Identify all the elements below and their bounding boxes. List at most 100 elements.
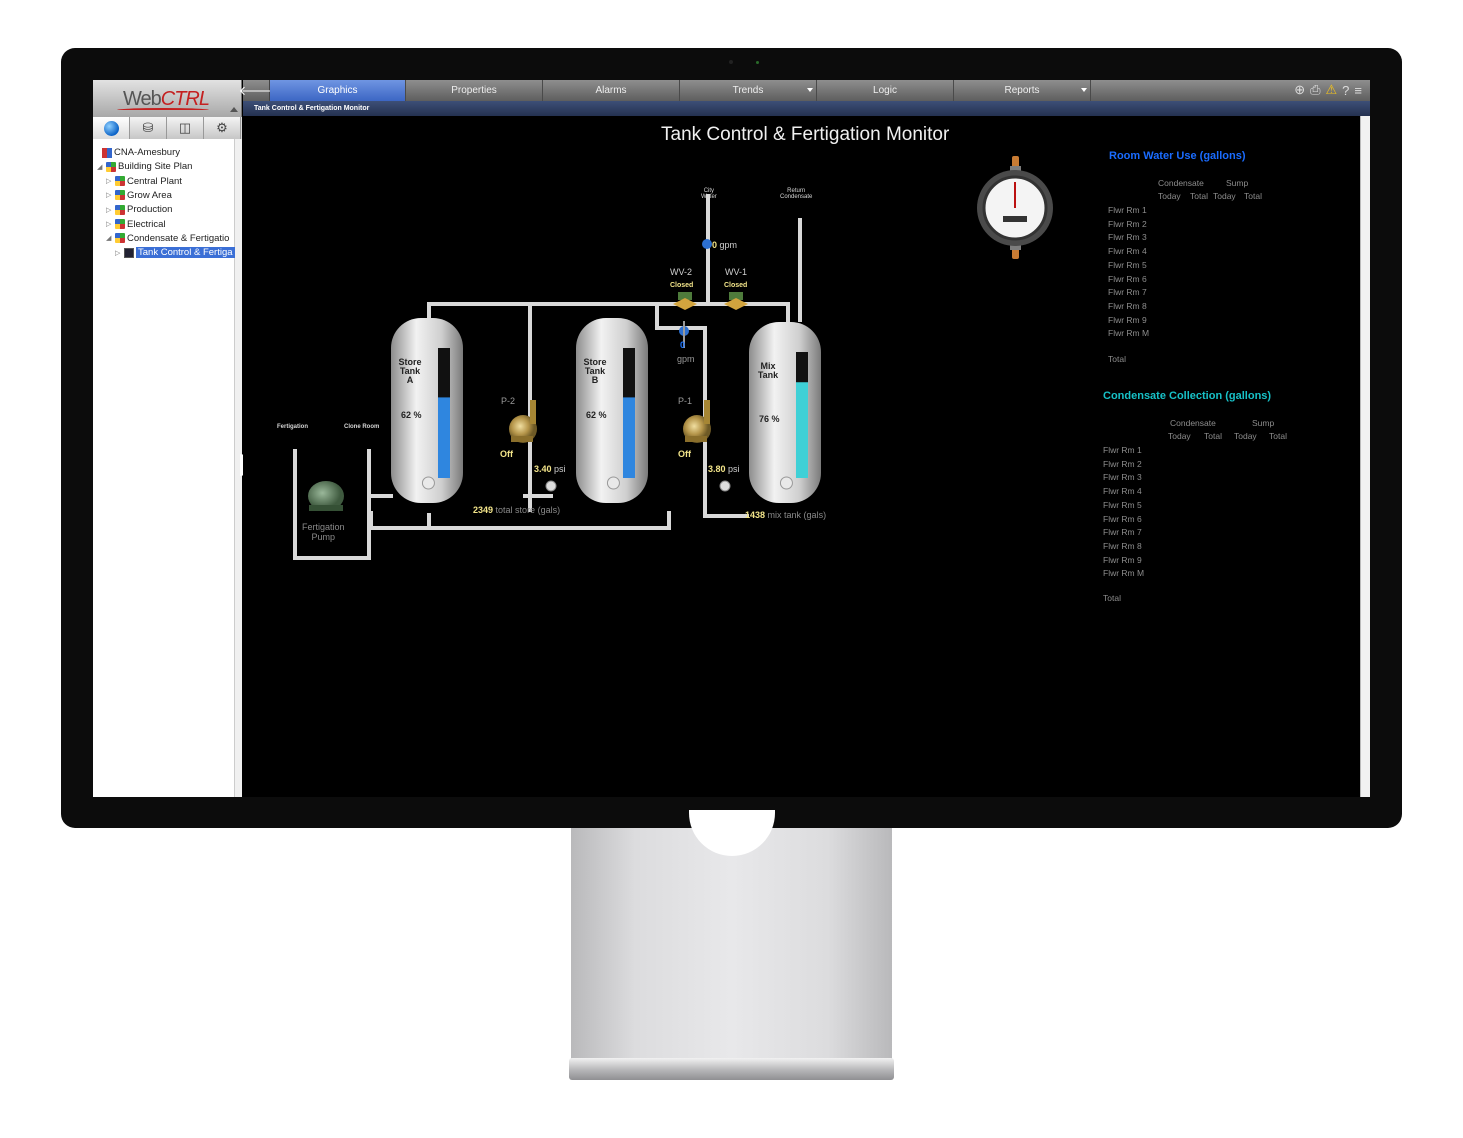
- p1-pressure: 3.80 psi: [708, 464, 740, 474]
- graphic-icon: [124, 247, 134, 258]
- root-icon: [102, 147, 112, 158]
- tree-item[interactable]: ◢ Building Site Plan: [97, 160, 192, 173]
- table-row-label: Flwr Rm M: [1108, 328, 1150, 339]
- table-row-label: Flwr Rm 6: [1108, 273, 1147, 284]
- room-water-group-condensate: Condensate: [1158, 178, 1204, 188]
- tab-reports[interactable]: Reports: [954, 80, 1091, 101]
- tree-item-label: Electrical: [127, 218, 166, 230]
- tank: [749, 322, 821, 503]
- tank-level-fill: [796, 382, 808, 478]
- condensate-col: Today: [1168, 431, 1191, 441]
- building-icon: [115, 190, 125, 201]
- collapse-arrow-icon[interactable]: [230, 107, 238, 112]
- breadcrumb: Tank Control & Fertigation Monitor: [243, 101, 1370, 116]
- globe-icon[interactable]: [93, 117, 130, 139]
- fertigation-label: Fertigation: [277, 424, 308, 430]
- tab-logic[interactable]: Logic: [817, 80, 954, 101]
- tab-properties[interactable]: Properties: [406, 80, 543, 101]
- tree-item-label: Production: [127, 204, 173, 216]
- schedule-icon[interactable]: ◫: [167, 117, 204, 139]
- p2-pressure: 3.40 psi: [534, 464, 566, 474]
- table-row-label: Flwr Rm 8: [1103, 540, 1142, 551]
- tree-item[interactable]: ▷ Tank Control & Fertiga: [115, 246, 235, 259]
- room-water-title: Room Water Use (gallons): [1109, 150, 1246, 162]
- config-icon[interactable]: ⚙: [204, 117, 241, 139]
- tree-item-label: Central Plant: [127, 175, 182, 187]
- tank-level-fill: [623, 397, 635, 478]
- room-water-total: Total: [1108, 354, 1126, 364]
- table-row-label: Flwr Rm 2: [1103, 458, 1142, 469]
- reports-dropdown-icon[interactable]: [1081, 88, 1087, 92]
- warning-icon[interactable]: ⚠: [1326, 82, 1338, 98]
- expand-arrow-icon[interactable]: ▷: [106, 206, 113, 214]
- tank-port: [421, 476, 435, 490]
- tab-trends[interactable]: Trends: [680, 80, 817, 101]
- table-row-label: Flwr Rm 6: [1103, 513, 1142, 524]
- flow-mid-unit: gpm: [677, 354, 695, 364]
- trends-dropdown-icon[interactable]: [807, 88, 813, 92]
- tree-item-label: Tank Control & Fertiga: [136, 247, 235, 259]
- return-condensate-label: Return Condensate: [780, 188, 813, 200]
- help-icon[interactable]: ?: [1342, 83, 1349, 98]
- network-tools-icon[interactable]: ⊕: [1294, 82, 1305, 98]
- table-row-label: Flwr Rm 2: [1108, 218, 1147, 229]
- expand-arrow-icon[interactable]: ▷: [106, 220, 113, 228]
- tree-item[interactable]: ▷ Electrical: [106, 218, 166, 231]
- room-water-col: Today: [1158, 191, 1181, 201]
- water-meter-gauge: [977, 156, 1053, 259]
- tab-graphics[interactable]: Graphics: [270, 80, 406, 101]
- tree-item-label: Grow Area: [127, 189, 172, 201]
- tank-label: Store Tank A: [398, 357, 422, 385]
- tree-item[interactable]: ▷ Central Plant: [106, 175, 182, 188]
- fertigation-pump-label: Fertigation Pump: [302, 522, 345, 542]
- table-row-label: Flwr Rm 3: [1108, 232, 1147, 243]
- tree-item[interactable]: CNA-Amesbury: [93, 146, 180, 159]
- print-icon[interactable]: ⎙: [1310, 82, 1320, 98]
- valve-wv2: [673, 292, 697, 310]
- wv2-label: WV-2: [670, 267, 693, 277]
- room-water-group-sump: Sump: [1226, 178, 1249, 188]
- tank-level-fill: [438, 397, 450, 478]
- tank-port: [779, 476, 793, 490]
- piping-diagram: [293, 156, 1053, 560]
- graphic-scrollbar[interactable]: [1360, 116, 1370, 797]
- expand-arrow-icon[interactable]: ▷: [106, 177, 113, 185]
- tree-type-bar: ⛁ ◫ ⚙: [93, 117, 242, 139]
- pump-p1: [683, 400, 711, 443]
- tree-item-label: Building Site Plan: [118, 161, 193, 173]
- flow-top-readout: 0 gpm: [712, 240, 738, 250]
- menu-icon[interactable]: ≡: [1354, 83, 1362, 98]
- p1-label: P-1: [678, 396, 693, 406]
- table-row-label: Flwr Rm 4: [1108, 246, 1147, 257]
- network-icon[interactable]: ⛁: [130, 117, 167, 139]
- tank-label: Store Tank B: [583, 357, 607, 385]
- tank-percent: 62 %: [586, 410, 607, 420]
- pump-p2: [509, 400, 537, 443]
- mix-tank-readout: 1438 mix tank (gals): [745, 510, 827, 520]
- table-row-label: Flwr Rm 5: [1108, 259, 1147, 270]
- condensate-col: Today: [1234, 431, 1257, 441]
- table-row-label: Flwr Rm 9: [1108, 314, 1147, 325]
- tank-label: Mix Tank: [757, 361, 779, 380]
- p1-state: Off: [678, 449, 691, 459]
- toolbar-icons: ⊕ ⎙ ⚠ ? ≡: [1294, 82, 1362, 98]
- tank-percent: 76 %: [759, 414, 780, 424]
- wv2-state: Closed: [670, 282, 694, 289]
- tab-alarms[interactable]: Alarms: [543, 80, 680, 101]
- expand-arrow-icon[interactable]: ◢: [97, 163, 104, 171]
- expand-arrow-icon[interactable]: ▷: [115, 249, 122, 257]
- p2-state: Off: [500, 449, 513, 459]
- table-row-label: Flwr Rm 8: [1108, 300, 1147, 311]
- back-arrow-icon[interactable]: 🡐: [239, 80, 273, 101]
- table-row-label: Flwr Rm 4: [1103, 486, 1142, 497]
- tree-item[interactable]: ▷ Production: [106, 203, 172, 216]
- camera-led: [756, 61, 759, 64]
- expand-arrow-icon[interactable]: ▷: [106, 191, 113, 199]
- tree-item-label: CNA-Amesbury: [114, 147, 180, 158]
- tree-item[interactable]: ▷ Grow Area: [106, 189, 172, 202]
- screen: WebCTRL ⛁ ◫ ⚙ 🡐 Graphics Properties Alar…: [93, 80, 1370, 797]
- condensate-group-sump: Sump: [1252, 418, 1275, 428]
- tree-item[interactable]: ◢ Condensate & Fertigatio: [106, 232, 229, 245]
- p2-label: P-2: [501, 396, 516, 406]
- expand-arrow-icon[interactable]: ◢: [106, 234, 113, 242]
